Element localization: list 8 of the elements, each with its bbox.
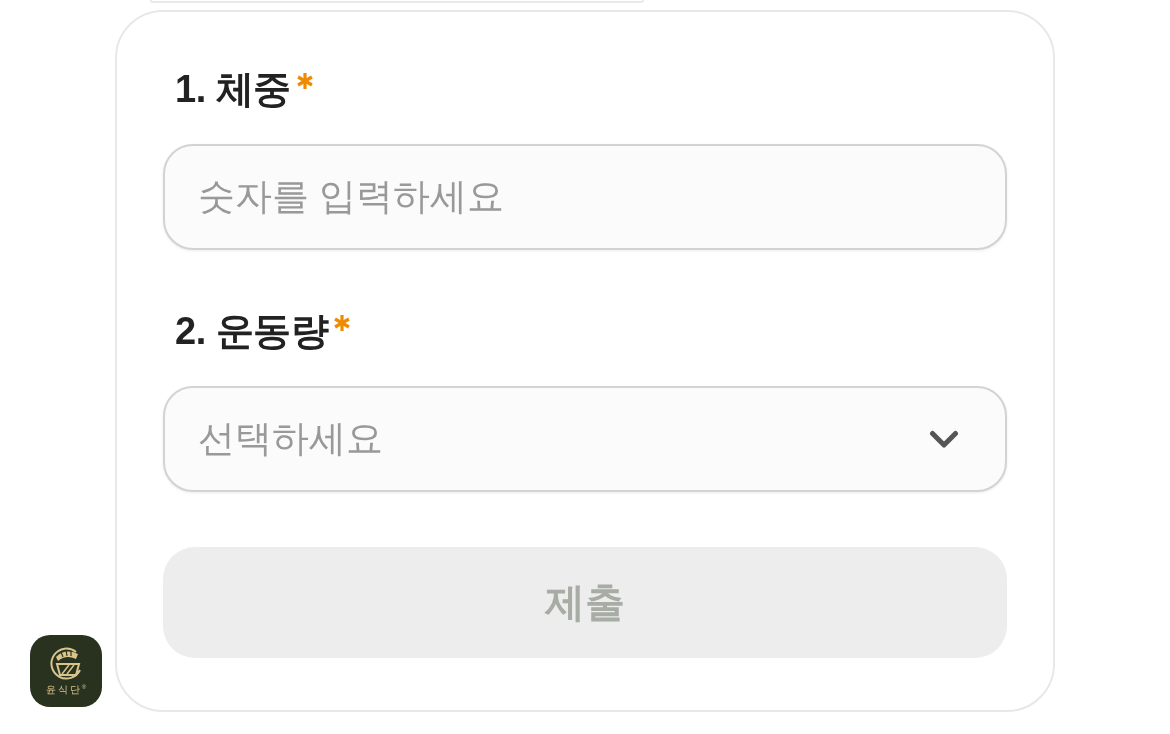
bread-icon	[49, 646, 83, 682]
chevron-down-icon	[929, 429, 959, 449]
field-label: 1. 체중	[175, 67, 291, 112]
dropdown-field[interactable]: 선택하세요	[163, 386, 1007, 492]
field-label: 2. 운동량	[175, 309, 329, 354]
logo-text: 윤식단$^{®}$	[45, 684, 87, 696]
text-input-field[interactable]: 숫자를 입력하세요	[163, 144, 1007, 250]
logo-badge[interactable]: 윤식단$^{®}$	[30, 635, 102, 707]
